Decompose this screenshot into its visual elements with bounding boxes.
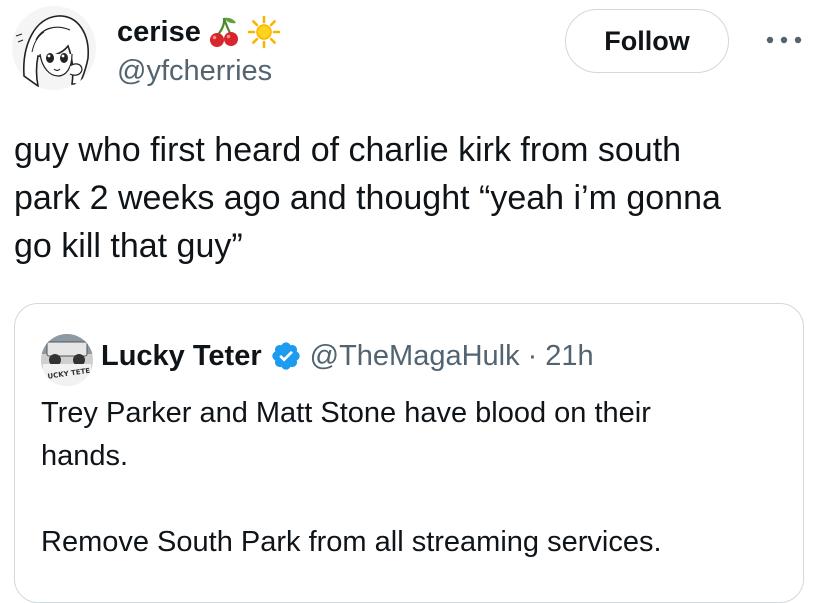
author-handle[interactable]: @yfcherries (117, 54, 272, 88)
sun-icon (247, 15, 281, 49)
quoted-tweet-card[interactable]: LUCKY TETE Lucky Teter @TheMagaHulk · 21… (14, 303, 804, 603)
cherry-icon (207, 15, 241, 49)
more-horizontal-icon (766, 36, 802, 44)
author-display-name[interactable]: cerise (117, 14, 201, 50)
author-avatar[interactable] (12, 6, 96, 90)
separator-dot: · (527, 339, 538, 372)
quoted-tweet-timestamp[interactable]: 21h (545, 340, 593, 373)
more-options-button[interactable] (760, 24, 808, 56)
quoted-author-handle[interactable]: @TheMagaHulk (310, 340, 520, 373)
quoted-author-avatar[interactable]: LUCKY TETE (41, 334, 93, 386)
tweet-text: guy who first heard of charlie kirk from… (14, 131, 721, 265)
author-name-row: cerise (117, 12, 281, 52)
quoted-tweet-header: Lucky Teter @TheMagaHulk · 21h (101, 336, 594, 376)
quoted-tweet-text: Trey Parker and Matt Stone have blood on… (41, 397, 662, 558)
follow-button[interactable]: Follow (565, 9, 729, 73)
quoted-author-name[interactable]: Lucky Teter (101, 340, 262, 373)
quoted-avatar-image: LUCKY TETE (41, 334, 93, 386)
verified-badge-icon (270, 340, 302, 372)
avatar-illustration (12, 6, 96, 90)
